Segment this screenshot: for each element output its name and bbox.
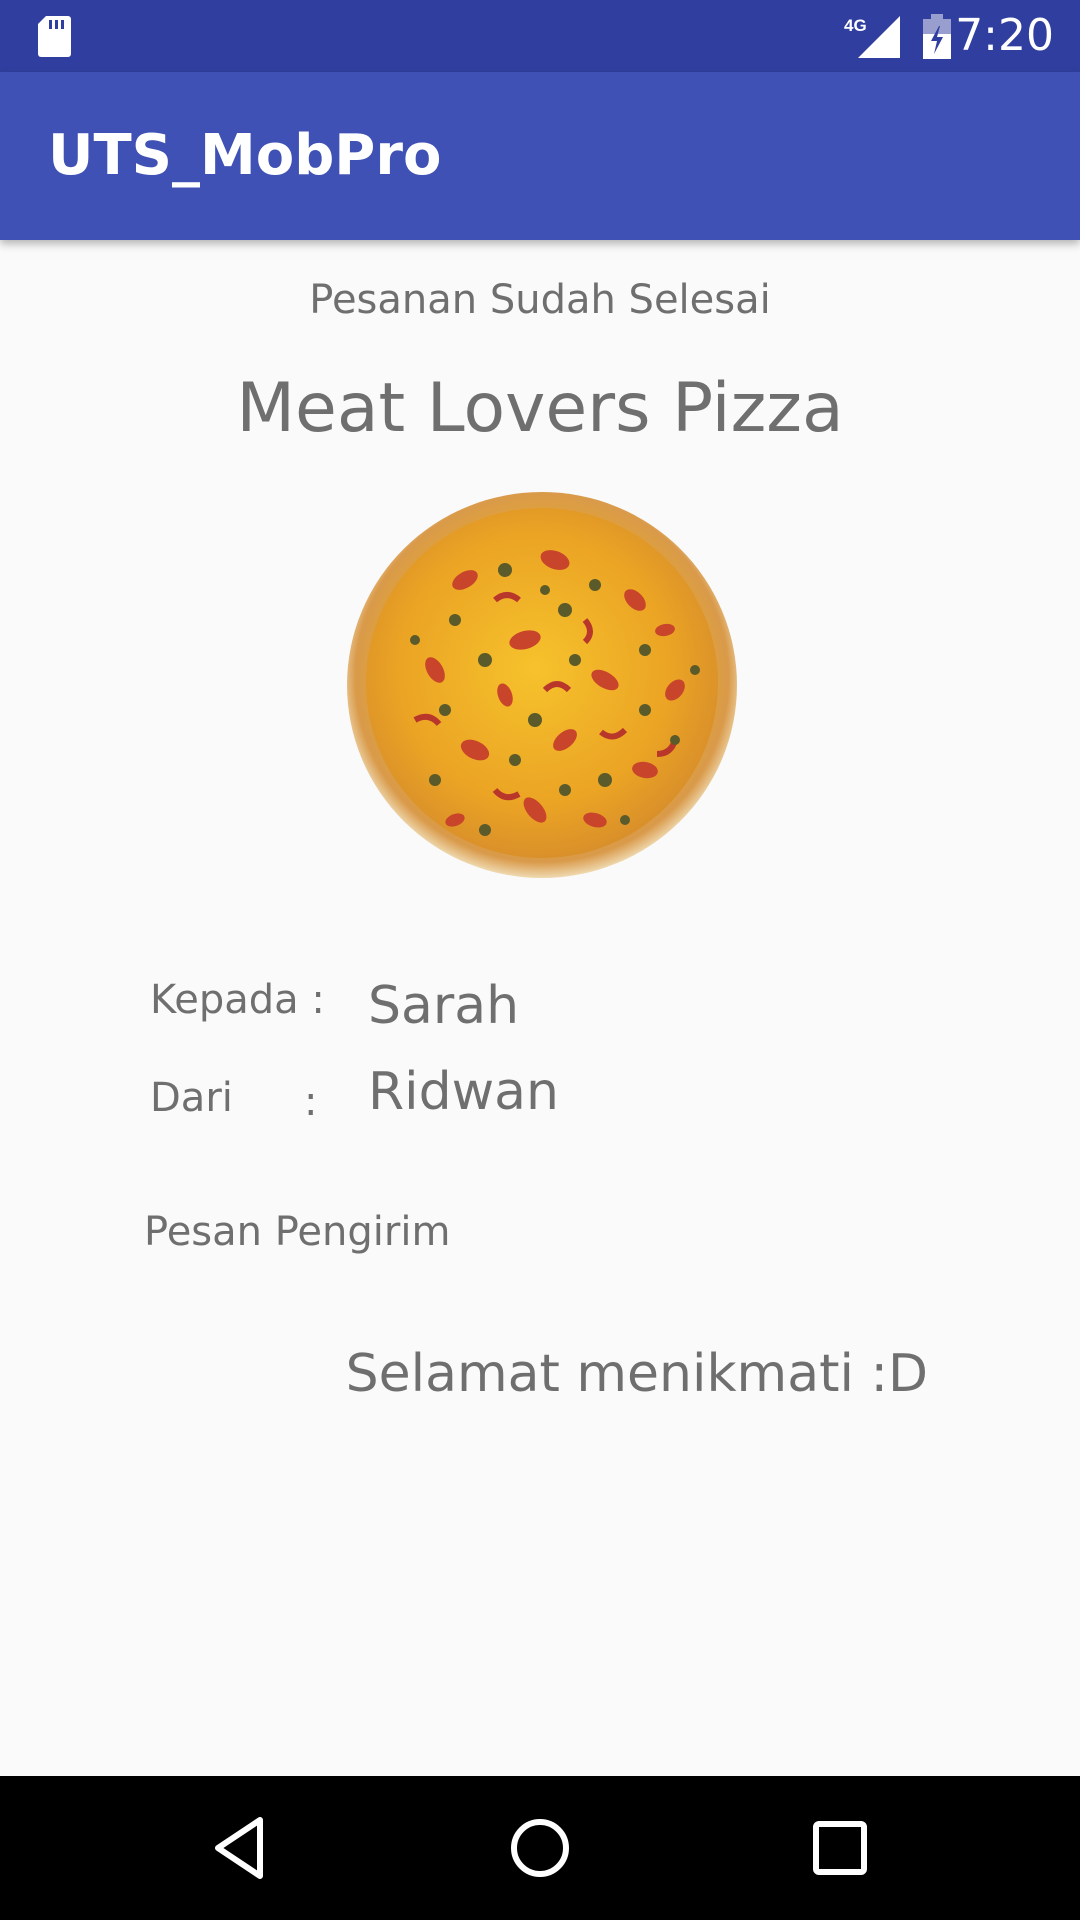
navigation-bar — [0, 1776, 1080, 1920]
recipient-label: Kepada : — [150, 977, 325, 1023]
food-name-title: Meat Lovers Pizza — [236, 369, 844, 448]
order-status-text: Pesanan Sudah Selesai — [309, 277, 771, 323]
recents-icon[interactable] — [806, 1814, 874, 1882]
sd-card-icon — [38, 16, 71, 57]
clock: 7:20 — [955, 10, 1054, 61]
sender-colon: : — [304, 1079, 318, 1125]
battery-charging-icon — [923, 14, 951, 59]
app-title: UTS_MobPro — [48, 123, 442, 188]
sender-value: Ridwan — [368, 1062, 559, 1122]
home-icon[interactable] — [506, 1814, 574, 1882]
back-icon[interactable] — [206, 1814, 274, 1882]
sender-label: Dari — [150, 1075, 233, 1121]
message-label: Pesan Pengirim — [144, 1209, 451, 1255]
app-bar: UTS_MobPro — [0, 72, 1080, 240]
svg-text:4G: 4G — [844, 16, 867, 35]
signal-4g-icon: 4G — [844, 16, 900, 58]
pizza-image — [347, 492, 737, 878]
recipient-value: Sarah — [368, 976, 520, 1036]
status-bar: 4G 7:20 — [0, 0, 1080, 72]
message-value: Selamat menikmati :D — [345, 1344, 928, 1404]
